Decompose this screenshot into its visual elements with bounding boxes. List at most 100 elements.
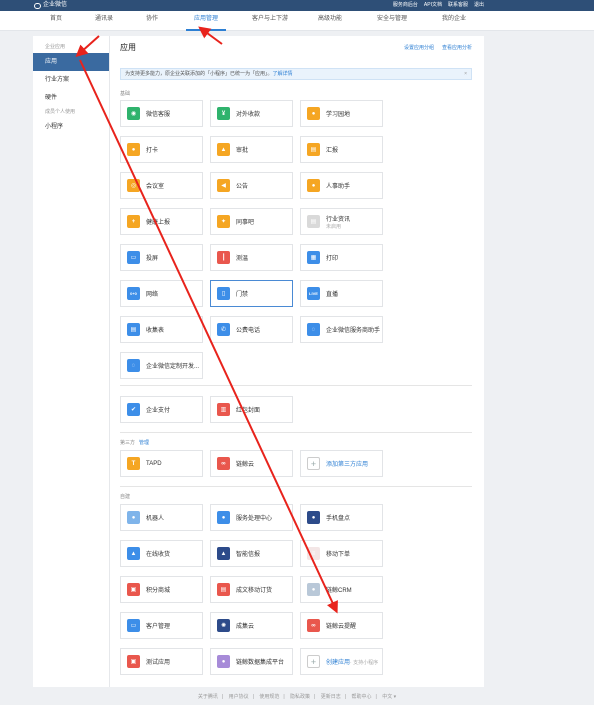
app-label: 直播	[326, 289, 338, 298]
app-name: 链鲸CRM	[326, 588, 352, 594]
basic-app-card[interactable]: ✆ 公费电话	[210, 316, 293, 343]
basic-app-card[interactable]: ▲ 审批	[210, 136, 293, 163]
sidebar-item-apps[interactable]: 应用	[33, 53, 109, 71]
basic-app-card[interactable]: ◀ 公告	[210, 172, 293, 199]
basic-app-card[interactable]: ◎ 会议室	[120, 172, 203, 199]
tab-home[interactable]: 首页	[36, 11, 76, 31]
link-logout[interactable]: 退出	[474, 1, 484, 10]
tab-contacts[interactable]: 通讯录	[84, 11, 124, 31]
pay-app-card[interactable]: ▥ 红包封面	[210, 396, 293, 423]
app-label: 人事助手	[326, 181, 350, 190]
basic-app-card[interactable]: ▤ 行业资讯 未启用	[300, 208, 383, 235]
app-label: 链鲸CRM	[326, 585, 352, 594]
sidebar-item-hardware[interactable]: 硬件	[33, 89, 109, 107]
footer-link[interactable]: 用户协议	[229, 694, 249, 700]
tab-customers[interactable]: 客户与上下游	[246, 11, 294, 31]
custom-app-card[interactable]: ▭ 客户管理	[120, 612, 203, 639]
app-name: 收集表	[146, 328, 165, 334]
basic-app-card[interactable]: ● 人事助手	[300, 172, 383, 199]
app-label: 企业微信服务商助手	[326, 325, 380, 334]
basic-app-card[interactable]: ▦ 打印	[300, 244, 383, 271]
app-icon: ▲	[127, 547, 140, 560]
basic-app-card[interactable]: LIVE 直播	[300, 280, 383, 307]
top-bar: 企业微信 服务商后台 API文档 联系客服 退出	[0, 0, 594, 11]
basic-app-card[interactable]: ✦ 同事吧	[210, 208, 293, 235]
custom-app-card[interactable]: ● 机器人	[120, 504, 203, 531]
basic-app-card[interactable]: ◉ 微信客服	[120, 100, 203, 127]
custom-app-card[interactable]: ∞ 链鲸云提醒	[300, 612, 383, 639]
app-icon: ┃	[217, 251, 230, 264]
tab-collaboration[interactable]: 协作	[132, 11, 172, 31]
basic-app-card[interactable]: + 健康上报	[120, 208, 203, 235]
app-name: 企业支付	[146, 408, 171, 414]
basic-app-card[interactable]: ┃ 测温	[210, 244, 293, 271]
app-icon: ▭	[127, 619, 140, 632]
close-icon[interactable]: ×	[464, 69, 467, 79]
app-icon: ∞	[307, 619, 320, 632]
third-manage-link[interactable]: 管理	[139, 440, 149, 446]
sidebar-item-industry[interactable]: 行业方案	[33, 71, 109, 89]
custom-app-card[interactable]: ▤ 成文移动订货	[210, 576, 293, 603]
basic-app-card[interactable]: ▯ 门禁	[210, 280, 293, 307]
custom-app-card[interactable]: ▣ 积分商城	[120, 576, 203, 603]
tab-advanced[interactable]: 高级功能	[310, 11, 350, 31]
custom-app-card[interactable]: ▲ 在线收货	[120, 540, 203, 567]
link-service-provider[interactable]: 服务商后台	[393, 1, 418, 10]
third-party-app-card[interactable]: + 添加第三方应用	[300, 450, 383, 477]
footer-link[interactable]: 隐私政策	[290, 694, 310, 700]
app-name: 智能信报	[236, 552, 261, 558]
custom-app-card[interactable]: ✺ 成集云	[210, 612, 293, 639]
custom-app-card[interactable]: ▲ 智能信报	[210, 540, 293, 567]
set-groups-link[interactable]: 设置应用分组	[404, 44, 434, 51]
footer-link[interactable]: 使用规范	[259, 694, 279, 700]
app-icon: ●	[307, 179, 320, 192]
app-name: 成集云	[236, 624, 255, 630]
app-name: 打印	[326, 256, 339, 262]
app-name: 直播	[326, 292, 339, 298]
app-icon: LIVE	[307, 287, 320, 300]
view-analytics-link[interactable]: 查看应用分析	[442, 44, 472, 51]
basic-app-card[interactable]: ◌ 企业微信服务商助手	[300, 316, 383, 343]
custom-app-card[interactable]: ▣ 测试应用	[120, 648, 203, 675]
basic-app-card[interactable]: ▤ 汇报	[300, 136, 383, 163]
tab-my-company[interactable]: 我的企业	[434, 11, 474, 31]
app-label: 手机盘点	[326, 513, 350, 522]
app-name: 创建应用	[326, 660, 351, 666]
basic-app-card[interactable]: ▤ 收集表	[120, 316, 203, 343]
app-label: TAPD	[146, 461, 162, 467]
app-icon: ●	[217, 511, 230, 524]
app-name: 企业微信定制开发...	[146, 364, 200, 370]
basic-app-card[interactable]: ▭ 投屏	[120, 244, 203, 271]
basic-app-card[interactable]: ¥ 对外收款	[210, 100, 293, 127]
app-subtitle: · 支持小程序	[350, 660, 379, 666]
link-contact-support[interactable]: 联系客服	[448, 1, 468, 10]
app-name: 会议室	[146, 184, 165, 190]
app-name: 人事助手	[326, 184, 351, 190]
custom-app-card[interactable]: ≡ 移动下单	[300, 540, 383, 567]
app-logo[interactable]: 企业微信	[34, 1, 67, 10]
footer-link[interactable]: 更新日志	[321, 694, 341, 700]
app-icon: ▤	[307, 215, 320, 228]
sidebar-item-miniprogram[interactable]: 小程序	[33, 118, 109, 136]
custom-app-card[interactable]: ● 链鲸数据集成平台	[210, 648, 293, 675]
tab-app-management[interactable]: 应用管理	[186, 11, 226, 31]
notice-details-link[interactable]: 了解详情	[273, 71, 293, 77]
app-name: 门禁	[236, 292, 249, 298]
link-api-docs[interactable]: API文档	[424, 1, 442, 10]
custom-app-card[interactable]: ● 链鲸CRM	[300, 576, 383, 603]
basic-app-card[interactable]: ● 学习园地	[300, 100, 383, 127]
pay-app-card[interactable]: ✔ 企业支付	[120, 396, 203, 423]
basic-app-card[interactable]: 0+0 网络	[120, 280, 203, 307]
custom-app-card[interactable]: + 创建应用· 支持小程序	[300, 648, 383, 675]
custom-app-card[interactable]: ● 手机盘点	[300, 504, 383, 531]
footer-link[interactable]: 帮助中心	[351, 694, 371, 700]
basic-app-card[interactable]: ◌ 企业微信定制开发...	[120, 352, 203, 379]
app-icon: ◌	[307, 323, 320, 336]
footer-link[interactable]: 关于腾讯	[198, 694, 218, 700]
third-party-app-card[interactable]: ∞ 链鲸云	[210, 450, 293, 477]
custom-app-card[interactable]: ● 服务处理中心	[210, 504, 293, 531]
language-select[interactable]: 中文 ▾	[382, 694, 396, 700]
third-party-app-card[interactable]: T TAPD	[120, 450, 203, 477]
basic-app-card[interactable]: ● 打卡	[120, 136, 203, 163]
tab-security[interactable]: 安全与管理	[372, 11, 412, 31]
